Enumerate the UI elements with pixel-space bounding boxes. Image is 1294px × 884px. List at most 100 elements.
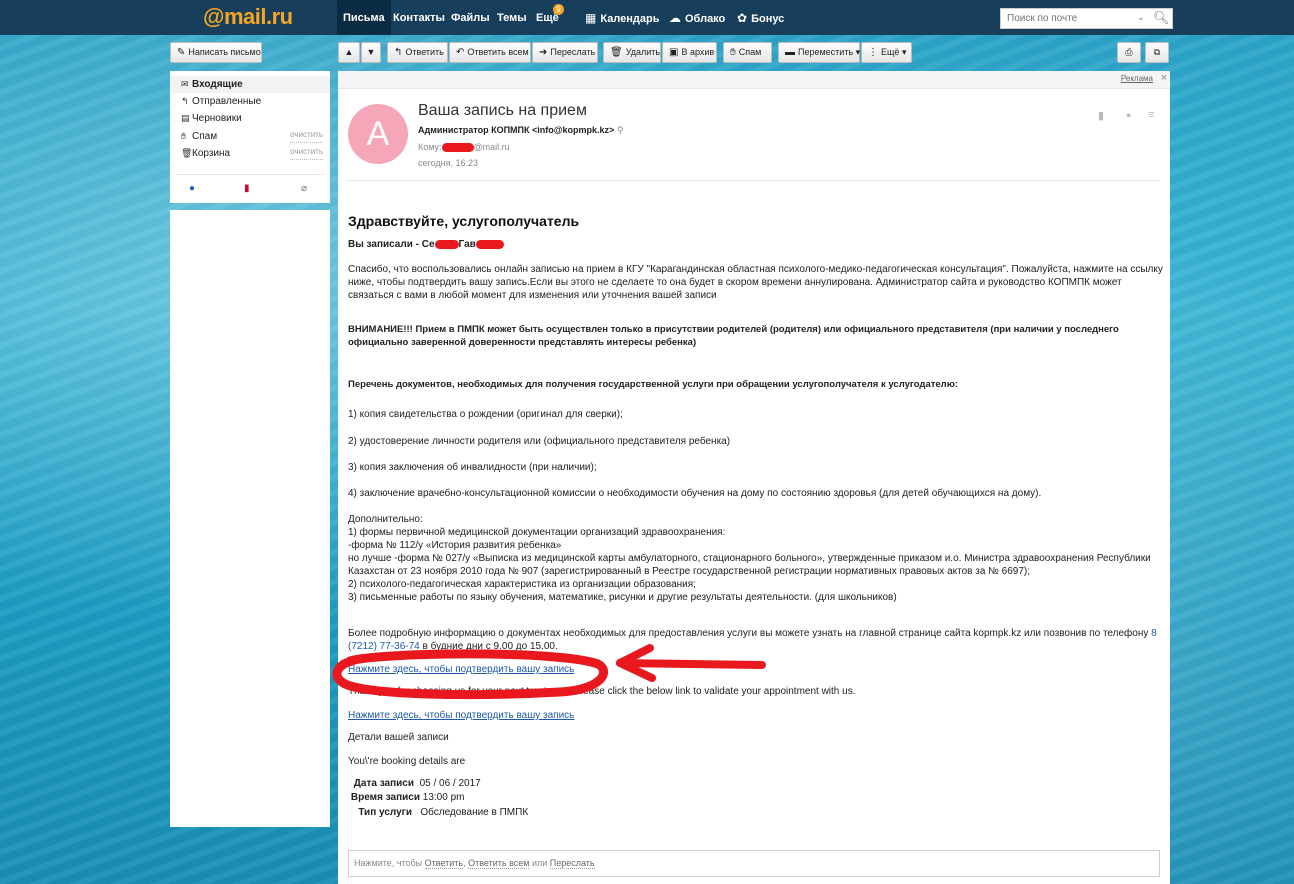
nav-bonus[interactable]: ✿ Бонус: [731, 0, 790, 35]
unread-filter-icon[interactable]: ●: [189, 183, 195, 194]
clean-trash-link[interactable]: очистить: [290, 145, 323, 160]
pencil-icon: ✎: [177, 47, 186, 58]
docs-title: Перечень документов, необходимых для пол…: [348, 379, 958, 390]
bookmark-icon[interactable]: ▮: [1098, 109, 1104, 122]
calendar-icon: ▦: [585, 11, 597, 25]
more-icon: ⋮: [868, 47, 878, 58]
folder-trash[interactable]: 🗑︎Корзина очистить: [170, 145, 330, 162]
registered-line: Вы записали - Се Гав: [348, 238, 1164, 251]
move-button[interactable]: ▬ Переместить ▾: [778, 42, 860, 63]
folder-inbox[interactable]: ✉ Входящие: [170, 76, 330, 93]
thanks-paragraph: Спасибо, что воспользовались онлайн запи…: [348, 264, 1163, 301]
message-date: сегодня, 16:23: [418, 158, 479, 168]
trash-icon: 🗑︎: [181, 148, 193, 158]
reply-all-button[interactable]: ↶ Ответить всем: [449, 42, 531, 63]
close-icon[interactable]: ×: [1161, 72, 1167, 84]
compose-button[interactable]: ✎ Написать письмо: [170, 42, 262, 63]
quick-reply-all-link[interactable]: Ответить всем: [468, 858, 530, 869]
doc-item-2: 2) удостоверение личности родителя или (…: [348, 436, 731, 447]
details-en: You\'re booking details are: [348, 756, 466, 767]
reply-button[interactable]: ↰ Ответить: [387, 42, 448, 63]
thumbs-down-icon: ✋︎: [730, 47, 736, 58]
arrow-up-icon: ▲: [344, 47, 354, 57]
nav-calendar[interactable]: ▦ Календарь: [579, 0, 666, 35]
print-button[interactable]: ⎙: [1117, 42, 1141, 63]
detail-time: Время записи 13:00 pm: [350, 792, 465, 803]
folder-icon: ▬: [785, 47, 795, 58]
nav-cloud[interactable]: ☁ Облако: [663, 0, 731, 35]
folder-sent[interactable]: ↰ Отправленные: [170, 93, 330, 110]
folder-spam[interactable]: ✋︎ Спам очистить: [170, 128, 330, 145]
extra-item-3: но лучше -форма № 027/у «Выписка из меди…: [348, 553, 1151, 577]
info-paragraph: Более подробную информацию о документах …: [348, 628, 1157, 652]
ad-bar: Реклама ×: [338, 71, 1170, 89]
prev-message-button[interactable]: ▲: [338, 42, 360, 63]
chevron-down-icon: ▾: [855, 47, 861, 57]
thumbs-down-icon: ✋︎: [181, 131, 187, 141]
bonus-icon: ✿: [737, 11, 748, 25]
message-view: Реклама × А Ваша запись на прием Админис…: [338, 71, 1170, 884]
layout-icon: ⧉: [1153, 47, 1161, 57]
message-sender[interactable]: Администратор КОПМПК <info@kopmpk.kz> ⚲: [418, 125, 623, 136]
nav-mail[interactable]: Письма: [337, 0, 391, 35]
more-badge: 9: [553, 4, 564, 15]
details-title: Детали вашей записи: [348, 732, 449, 743]
extra-title: Дополнительно:: [348, 514, 423, 525]
clean-spam-link[interactable]: очистить: [290, 128, 323, 143]
search-icon[interactable]: ⚲: [617, 125, 624, 135]
extra-item-2: -форма № 112/у «История развития ребенка…: [348, 540, 562, 551]
folder-divider: [177, 174, 323, 175]
next-message-button[interactable]: ▼: [361, 42, 381, 63]
sender-avatar: А: [348, 104, 408, 164]
forward-button[interactable]: ➜ Переслать: [532, 42, 598, 63]
more-actions-button[interactable]: ⋮ Ещё ▾: [861, 42, 912, 63]
nav-files[interactable]: Файлы: [445, 0, 496, 35]
cloud-icon: ☁: [669, 11, 681, 25]
nav-contacts[interactable]: Контакты: [387, 0, 451, 35]
attachment-filter-icon[interactable]: ⌀: [301, 183, 307, 194]
mailru-logo[interactable]: @mail.ru: [203, 4, 293, 30]
chevron-down-icon[interactable]: ⌄: [1137, 12, 1145, 23]
spam-button[interactable]: ✋︎ Спам: [723, 42, 772, 63]
search-icon[interactable]: 🔍︎: [1153, 10, 1170, 26]
quick-forward-link[interactable]: Переслать: [549, 858, 595, 869]
detail-type: Тип услуги Обследование в ПМПК: [358, 807, 529, 818]
delete-button[interactable]: 🗑︎ Удалить: [603, 42, 661, 63]
ad-label[interactable]: Реклама: [1121, 74, 1153, 83]
message-recipient: Кому: @mail.ru: [418, 142, 510, 153]
unread-dot-icon[interactable]: ●: [1126, 110, 1131, 120]
folder-list: ✉ Входящие ↰ Отправленные ▤ Черновики ✋︎ Спа…: [170, 71, 330, 203]
redaction-mark: [434, 239, 459, 249]
layout-toggle-button[interactable]: ⧉: [1145, 42, 1169, 63]
quick-reply-link[interactable]: Ответить: [424, 858, 464, 869]
trash-icon: 🗑︎: [610, 47, 623, 58]
draft-icon: ▤: [181, 113, 190, 123]
envelope-icon: ✉: [181, 79, 189, 89]
extra-item-5: 3) письменные работы по языку обучения, …: [348, 592, 897, 603]
search-box: ⌄ 🔍︎: [1000, 8, 1173, 29]
redaction-mark: [441, 143, 474, 153]
chevron-down-icon: ▾: [901, 47, 907, 57]
archive-button[interactable]: ▣ В архив: [662, 42, 717, 63]
sent-icon: ↰: [181, 96, 189, 106]
folder-drafts[interactable]: ▤ Черновики: [170, 110, 330, 127]
forward-icon: ➜: [539, 47, 548, 58]
menu-icon[interactable]: ≡: [1148, 109, 1154, 121]
reply-icon: ↰: [394, 47, 403, 58]
extra-block: Дополнительно: 1) формы первичной медици…: [348, 513, 1164, 604]
warning-paragraph: ВНИМАНИЕ!!! Прием в ПМПК может быть осущ…: [348, 324, 1119, 348]
confirm-link-ru[interactable]: Нажмите здесь, чтобы подтвердить вашу за…: [348, 663, 574, 676]
print-icon: ⎙: [1125, 47, 1133, 57]
search-input[interactable]: [1001, 9, 1138, 28]
confirm-link-en[interactable]: Нажмите здесь, чтобы подтвердить вашу за…: [348, 709, 574, 722]
flag-filter-icon[interactable]: ▮: [244, 183, 250, 194]
doc-item-4: 4) заключение врачебно-консультационной …: [348, 488, 1042, 499]
extra-item-4: 2) психолого-педагогическая характеристи…: [348, 579, 696, 590]
left-empty-panel: [170, 210, 330, 827]
greeting-heading: Здравствуйте, услугополучатель: [348, 213, 580, 229]
quick-reply-box[interactable]: Нажмите, чтобы Ответить, Ответить всем и…: [348, 850, 1160, 877]
nav-themes[interactable]: Темы: [491, 0, 533, 35]
arrow-down-icon: ▼: [366, 47, 376, 57]
extra-item-1: 1) формы первичной медицинской документа…: [348, 527, 726, 538]
thank-en-paragraph: Thank you for choosing us for your next …: [348, 686, 856, 697]
